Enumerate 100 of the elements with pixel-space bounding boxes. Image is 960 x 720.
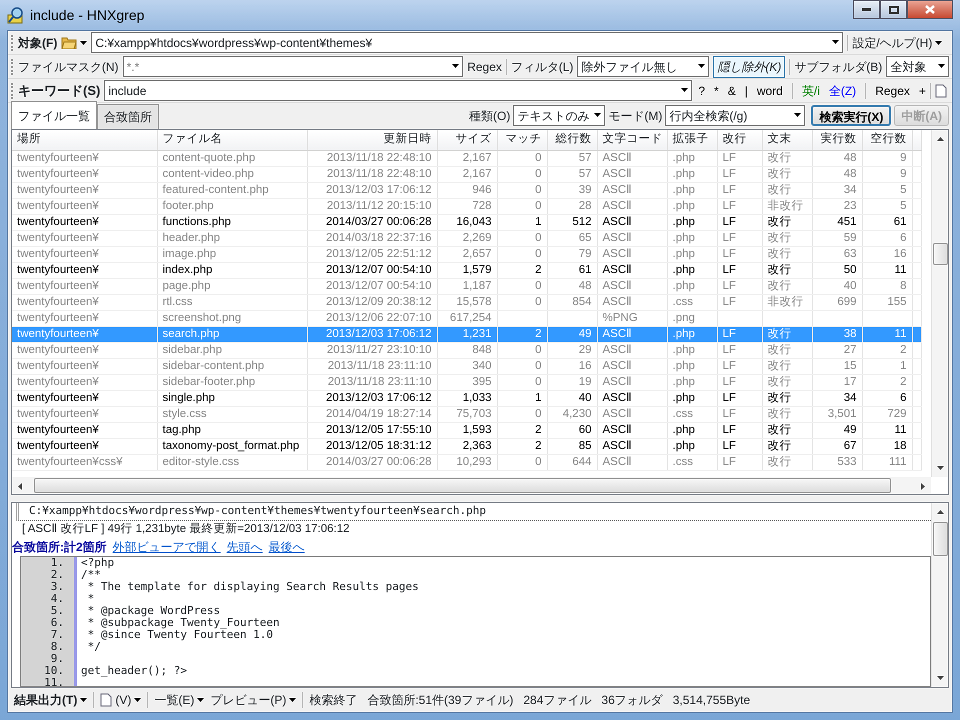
tab[interactable]: ファイル一覧 xyxy=(11,101,97,129)
scrollbar[interactable] xyxy=(931,503,948,687)
scroll-thumb[interactable] xyxy=(34,478,891,493)
list-menu[interactable]: 一覧(E) xyxy=(154,691,204,709)
hidden-exclude-toggle[interactable]: 隠し除外(K) xyxy=(713,56,786,78)
caret-icon xyxy=(938,64,945,68)
line-number: 7. xyxy=(50,628,64,641)
file-row[interactable]: twentyfourteen¥ sidebar-content.php 2013/11/18 23:11:10 340 0 16 ASCⅡ .php LF 改行 15 1 xyxy=(12,358,922,374)
table-cell: twentyfourteen¥css¥ xyxy=(17,456,122,468)
keyword-field[interactable]: include xyxy=(104,80,692,101)
file-row[interactable]: twentyfourteen¥ style.css 2014/04/19 18:27:14 75,703 0 4,230 ASCⅡ .css LF 改行 3,501 729 xyxy=(12,406,922,422)
column-header[interactable]: 実行数 xyxy=(812,130,862,150)
table-cell: 2013/12/05 17:55:10 xyxy=(326,424,432,436)
scroll-thumb[interactable] xyxy=(932,522,948,556)
column-header[interactable]: ファイル名 xyxy=(157,130,307,150)
file-row[interactable]: twentyfourteen¥ sidebar.php 2013/11/27 23:10:10 848 0 29 ASCⅡ .php LF 改行 27 2 xyxy=(12,342,922,358)
output-menu[interactable]: 結果出力(T) xyxy=(14,691,88,709)
keyword-option[interactable]: Regex xyxy=(875,82,910,100)
table-cell: ASCⅡ xyxy=(602,264,632,276)
file-row[interactable]: twentyfourteen¥ index.php 2013/12/07 00:54:10 1,579 2 61 ASCⅡ .php LF 改行 50 11 xyxy=(12,262,922,278)
scroll-thumb[interactable] xyxy=(932,243,948,265)
table-cell: 49 xyxy=(844,424,856,436)
column-header[interactable]: 総行数 xyxy=(547,130,597,150)
keyword-option[interactable]: 英/i xyxy=(802,82,820,100)
column-header[interactable]: 場所 xyxy=(12,130,157,150)
type-dropdown[interactable]: テキストのみ xyxy=(513,105,606,126)
table-cell: twentyfourteen¥ xyxy=(17,408,99,420)
table-cell: 2,363 xyxy=(462,440,492,452)
file-row[interactable]: twentyfourteen¥ header.php 2014/03/18 22:37:16 2,269 0 65 ASCⅡ .php LF 改行 59 6 xyxy=(12,230,922,246)
subfolder-dropdown[interactable]: 全対象 xyxy=(886,56,950,77)
table-cell: ASCⅡ xyxy=(602,440,632,452)
minimize-button[interactable] xyxy=(853,0,880,19)
file-row[interactable]: twentyfourteen¥ content-video.php 2013/11/18 22:48:10 2,167 0 57 ASCⅡ .php LF 改行 48 9 xyxy=(12,166,922,182)
column-header[interactable]: 空行数 xyxy=(862,130,912,150)
file-row[interactable]: twentyfourteen¥ single.php 2013/12/03 17:06:12 1,033 1 40 ASCⅡ .php LF 改行 34 6 xyxy=(12,390,922,406)
file-row[interactable]: twentyfourteen¥ tag.php 2013/12/05 17:55:10 1,593 2 60 ASCⅡ .php LF 改行 49 11 xyxy=(12,422,922,438)
file-row[interactable]: twentyfourteen¥ image.php 2013/12/05 22:51:12 2,657 0 79 ASCⅡ .php LF 改行 63 16 xyxy=(12,246,922,262)
keyword-option[interactable]: + xyxy=(918,82,926,100)
keyword-option[interactable]: | xyxy=(744,82,748,100)
table-cell: 854 xyxy=(572,296,592,308)
table-cell: 340 xyxy=(472,360,492,372)
preview-menu[interactable]: プレビュー(P) xyxy=(210,691,296,709)
file-row[interactable]: twentyfourteen¥ taxonomy-post_format.php 2013/12/05 18:31:12 2,363 2 85 ASCⅡ .php LF 改行 67 18 xyxy=(12,438,922,454)
file-row[interactable]: twentyfourteen¥ functions.php 2014/03/27 00:06:28 16,043 1 512 ASCⅡ .php LF 改行 451 61 xyxy=(12,214,922,230)
table-cell: 2013/11/18 22:48:10 xyxy=(326,152,432,164)
tab[interactable]: 合致箇所 xyxy=(97,104,159,129)
table-cell: ASCⅡ xyxy=(602,248,632,260)
file-row[interactable]: twentyfourteen¥ footer.php 2013/11/12 20:15:10 728 0 28 ASCⅡ .php LF 非改行 23 5 xyxy=(12,198,922,214)
table-cell: 2013/12/07 00:54:10 xyxy=(326,264,432,276)
table-cell: ASCⅡ xyxy=(602,200,632,212)
scrollbar[interactable] xyxy=(931,130,948,477)
keyword-option[interactable]: ? xyxy=(698,82,706,100)
keyword-option[interactable]: * xyxy=(714,82,719,100)
regex-toggle[interactable]: Regex xyxy=(467,58,502,76)
file-row[interactable]: twentyfourteen¥ sidebar-footer.php 2013/11/18 23:11:10 395 0 19 ASCⅡ .php LF 改行 17 2 xyxy=(12,374,922,390)
table-cell: ASCⅡ xyxy=(602,152,632,164)
table-cell: 848 xyxy=(472,344,492,356)
close-button[interactable] xyxy=(907,0,953,19)
column-header[interactable]: マッチ xyxy=(497,130,547,150)
keyword-option[interactable]: & xyxy=(728,82,736,100)
code-line: <?php xyxy=(81,556,114,569)
keyword-option[interactable]: word xyxy=(756,82,783,100)
file-row[interactable]: twentyfourteen¥ rtl.css 2013/12/09 20:38:12 15,578 0 854 ASCⅡ .css LF 非改行 699 155 xyxy=(12,294,922,310)
preview-link[interactable]: 先頭へ xyxy=(226,538,263,556)
preview-link[interactable]: 外部ビューアで開く xyxy=(112,538,221,556)
search-button[interactable]: 検索実行(X) xyxy=(811,105,892,126)
table-cell: 15 xyxy=(844,360,856,372)
column-header[interactable]: 更新日時 xyxy=(307,130,437,150)
file-row[interactable]: twentyfourteen¥css¥ editor-style.css 2014/03/27 00:06:28 10,293 0 644 ASCⅡ .css LF 改行 533 111 xyxy=(12,454,922,470)
scroll-down-icon xyxy=(936,676,944,680)
file-mask-field[interactable]: *.* xyxy=(122,56,464,77)
column-header[interactable]: 文末 xyxy=(762,130,812,150)
table-cell: .php xyxy=(672,200,695,212)
maximize-button[interactable] xyxy=(880,0,907,19)
folder-button[interactable] xyxy=(61,36,88,49)
column-header[interactable]: 改行 xyxy=(717,130,762,150)
table-cell: 2013/12/06 22:07:10 xyxy=(326,312,432,324)
path-field[interactable]: C:¥xampp¥htdocs¥wordpress¥wp-content¥themes¥ xyxy=(91,32,844,53)
file-row[interactable]: twentyfourteen¥ content-quote.php 2013/11/18 22:48:10 2,167 0 57 ASCⅡ .php LF 改行 48 9 xyxy=(12,150,922,166)
column-header[interactable]: サイズ xyxy=(437,130,497,150)
column-header[interactable]: 拡張子 xyxy=(667,130,717,150)
table-cell: editor-style.css xyxy=(162,456,240,468)
column-header[interactable]: 文字コード xyxy=(597,130,667,150)
settings-menu[interactable]: 設定/ヘルプ(H) xyxy=(852,34,942,52)
view-menu[interactable]: (V) xyxy=(100,691,142,709)
keyword-option[interactable]: 全(Z) xyxy=(828,82,856,100)
table-cell: 2014/03/18 22:37:16 xyxy=(326,232,432,244)
table-cell: ASCⅡ xyxy=(602,168,632,180)
scrollbar[interactable] xyxy=(12,477,931,494)
table-cell: LF xyxy=(722,232,736,244)
table-cell: twentyfourteen¥ xyxy=(17,264,99,276)
file-row[interactable]: twentyfourteen¥ featured-content.php 2013/12/03 17:06:12 946 0 39 ASCⅡ .php LF 改行 34 5 xyxy=(12,182,922,198)
preview-link[interactable]: 最後へ xyxy=(268,538,305,556)
table-cell: ASCⅡ xyxy=(602,392,632,404)
filter-dropdown[interactable]: 除外ファイル無し xyxy=(577,56,710,77)
table-cell: taxonomy-post_format.php xyxy=(162,440,300,452)
table-cell: 451 xyxy=(837,216,856,228)
mode-dropdown[interactable]: 行内全検索(/g) xyxy=(665,105,806,126)
table-cell: 1 xyxy=(535,216,542,228)
file-row[interactable]: twentyfourteen¥ page.php 2013/12/07 00:54:10 1,187 0 48 ASCⅡ .php LF 改行 40 8 xyxy=(12,278,922,294)
